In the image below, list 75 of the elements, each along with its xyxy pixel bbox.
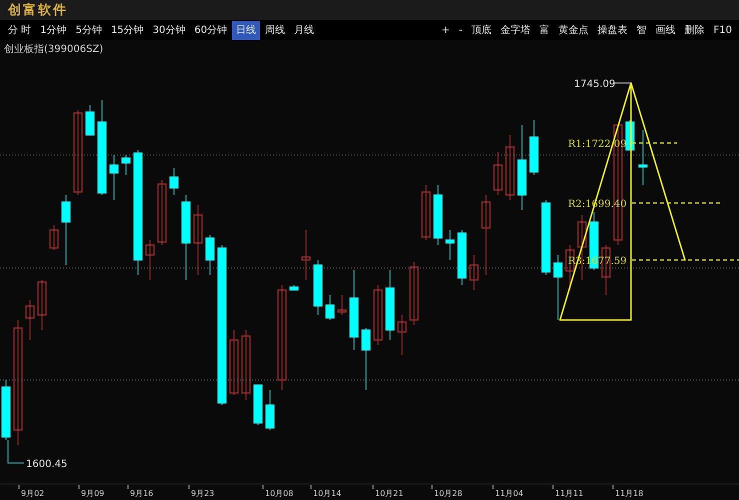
candlestick <box>470 254 478 290</box>
candlestick <box>386 270 394 340</box>
candlestick <box>446 230 454 260</box>
candlestick <box>554 254 562 320</box>
high-price-label: 1745.09 <box>574 79 616 90</box>
period-tab[interactable]: 30分钟 <box>148 20 190 40</box>
toolbar-button[interactable]: 画线 <box>652 20 679 40</box>
candlestick <box>314 260 322 316</box>
candlestick <box>638 130 648 186</box>
candlestick <box>38 280 46 330</box>
period-tab[interactable]: 月线 <box>290 20 318 40</box>
period-tab[interactable]: 分 时 <box>4 20 36 40</box>
toolbar-button[interactable]: 金字塔 <box>498 20 534 40</box>
candlestick <box>374 284 382 346</box>
candlestick <box>230 330 238 396</box>
date-label: 11月11 <box>555 489 584 498</box>
date-label: 10月08 <box>265 489 294 498</box>
toolbar-button[interactable]: 操盘表 <box>594 20 631 40</box>
candlestick <box>206 234 214 276</box>
candlestick <box>254 384 262 426</box>
candlestick <box>158 180 166 246</box>
period-tab[interactable]: 15分钟 <box>106 20 148 40</box>
window-title: 创富软件 <box>8 2 68 19</box>
date-label: 9月09 <box>81 489 104 498</box>
candlestick <box>170 168 178 196</box>
toolbar-button[interactable]: - <box>456 20 466 40</box>
date-label: 10月14 <box>313 489 342 498</box>
toolbar-button[interactable]: 顶底 <box>468 20 495 40</box>
candlestick <box>26 300 34 340</box>
candlestick <box>290 284 298 290</box>
leader-line <box>612 82 632 84</box>
candlestick <box>494 152 502 196</box>
candlestick <box>122 154 130 176</box>
date-label: 10月21 <box>375 489 404 498</box>
candlestick <box>50 224 58 250</box>
candlestick <box>398 314 406 356</box>
low-price-label: 1600.45 <box>26 459 68 470</box>
candlestick <box>506 134 514 200</box>
stock-name: 创业板指(399006SZ) <box>4 42 104 56</box>
toolbar-button[interactable]: 智 <box>634 20 650 40</box>
candlestick <box>530 120 538 176</box>
candlestick <box>410 262 418 326</box>
candlestick <box>194 204 202 276</box>
candlestick <box>86 104 94 136</box>
leader-line <box>8 440 24 464</box>
candlestick <box>458 230 466 286</box>
toolbar-button[interactable]: 富 <box>536 20 553 40</box>
date-label: 10月28 <box>434 489 462 498</box>
candlestick <box>422 184 430 240</box>
candlestick <box>326 294 334 320</box>
period-tab[interactable]: 5分钟 <box>72 20 106 40</box>
period-tab[interactable]: 周线 <box>261 20 290 40</box>
toolbar-button[interactable]: + <box>438 20 453 40</box>
candlestick <box>110 154 118 200</box>
level-line <box>632 142 677 144</box>
candlestick <box>266 390 274 430</box>
date-label: 9月23 <box>191 489 214 498</box>
period-tab[interactable]: 60分钟 <box>190 20 232 40</box>
date-label: 9月02 <box>21 489 44 498</box>
toolbar-button[interactable]: F10 <box>710 20 735 40</box>
candlestick <box>146 240 154 280</box>
candlestick <box>2 380 10 440</box>
candlestick <box>434 184 442 246</box>
candlestick <box>338 294 346 316</box>
date-label: 11月04 <box>495 489 524 498</box>
candlestick <box>242 330 250 400</box>
date-label: 11月18 <box>615 489 644 498</box>
toolbar-button[interactable]: 黄金点 <box>556 20 592 40</box>
candlestick <box>62 194 70 266</box>
period-tab[interactable]: 1分钟 <box>36 20 71 40</box>
date-label: 9月16 <box>130 489 154 498</box>
candlestick <box>302 230 310 280</box>
period-tab[interactable]: 日线 <box>232 20 260 40</box>
toolbar-button[interactable]: 删除 <box>682 20 708 40</box>
candlestick <box>362 328 370 390</box>
